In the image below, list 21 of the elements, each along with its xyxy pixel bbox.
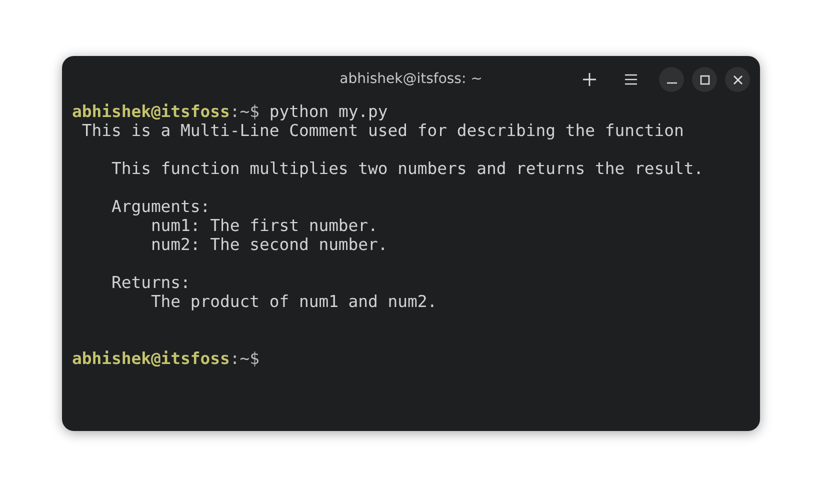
output-text: num1: The first number. — [150, 216, 378, 235]
minimize-icon — [666, 82, 676, 84]
command-text: python my.py — [269, 102, 388, 121]
prompt-user-host: abhishek@itsfoss — [72, 102, 230, 121]
output-text: Arguments: — [110, 197, 210, 216]
output-text: The product of num1 and num2. — [150, 292, 438, 311]
plus-icon — [583, 73, 596, 86]
prompt-path: :~$ — [230, 349, 260, 368]
close-button[interactable] — [725, 67, 750, 92]
output-text: num2: The second number. — [150, 235, 388, 254]
output-text: Returns: — [110, 273, 190, 292]
output-text: This function multiplies two numbers and returns the result. — [110, 159, 704, 178]
minimize-button[interactable] — [659, 67, 684, 92]
prompt-path: :~$ — [230, 102, 260, 121]
close-icon — [732, 74, 742, 84]
menu-icon — [624, 74, 636, 85]
prompt-user-host: abhishek@itsfoss — [72, 349, 230, 368]
output-text: This is a Multi-Line Comment used for describing the function — [80, 121, 684, 140]
maximize-icon — [700, 74, 710, 84]
window-title: abhishek@itsfoss: ~ — [340, 70, 482, 89]
maximize-button[interactable] — [692, 67, 717, 92]
